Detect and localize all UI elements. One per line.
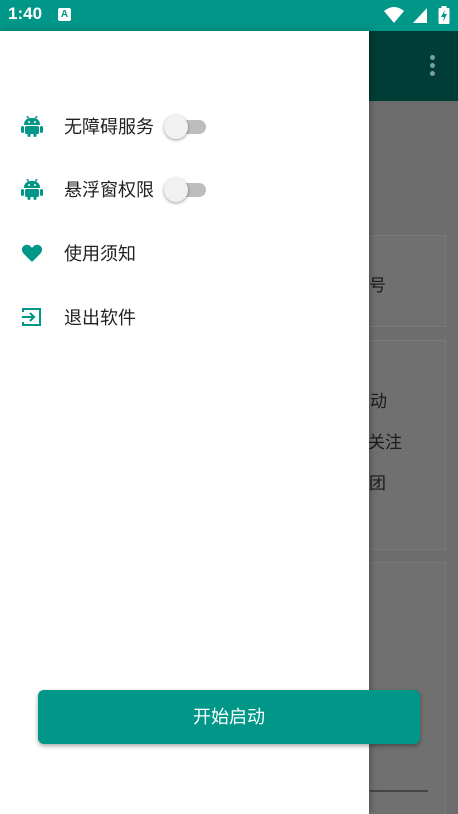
background-text: 号 bbox=[369, 276, 386, 296]
drawer-item-exit-app[interactable]: 退出软件 bbox=[0, 292, 369, 342]
android-icon bbox=[21, 178, 43, 200]
background-divider bbox=[370, 790, 428, 792]
accessibility-toggle[interactable] bbox=[164, 115, 206, 139]
battery-charging-icon bbox=[438, 6, 450, 24]
drawer-item-label: 悬浮窗权限 bbox=[64, 180, 154, 201]
drawer-item-accessibility[interactable]: 无障碍服务 bbox=[0, 101, 369, 151]
exit-icon bbox=[21, 306, 43, 328]
start-button[interactable]: 开始启动 bbox=[38, 690, 420, 744]
wifi-icon bbox=[383, 7, 404, 23]
drawer-item-label: 无障碍服务 bbox=[64, 117, 154, 138]
background-card bbox=[360, 562, 446, 814]
more-vert-icon bbox=[430, 55, 436, 77]
toggle-thumb bbox=[164, 178, 188, 202]
status-bar: 1:40 A bbox=[0, 0, 458, 31]
background-text: 团 bbox=[369, 474, 386, 494]
signal-icon bbox=[412, 8, 427, 23]
drawer-item-usage-notice[interactable]: 使用须知 bbox=[0, 228, 369, 278]
status-time: 1:40 bbox=[8, 4, 43, 23]
drawer-item-label: 退出软件 bbox=[64, 308, 136, 329]
screen: 1:40 A 号 动 关注 团 无障碍服务 悬浮窗权限 使用须知 退出软件 开始… bbox=[0, 0, 458, 814]
android-icon bbox=[21, 115, 43, 137]
notification-a-icon: A bbox=[58, 8, 71, 21]
drawer-item-overlay-permission[interactable]: 悬浮窗权限 bbox=[0, 164, 369, 214]
heart-icon bbox=[21, 242, 43, 264]
drawer-item-label: 使用须知 bbox=[64, 244, 136, 265]
background-text: 动 bbox=[370, 392, 387, 412]
background-text: 关注 bbox=[368, 433, 402, 453]
status-icons bbox=[383, 6, 450, 24]
toggle-thumb bbox=[164, 115, 188, 139]
overlay-permission-toggle[interactable] bbox=[164, 178, 206, 202]
